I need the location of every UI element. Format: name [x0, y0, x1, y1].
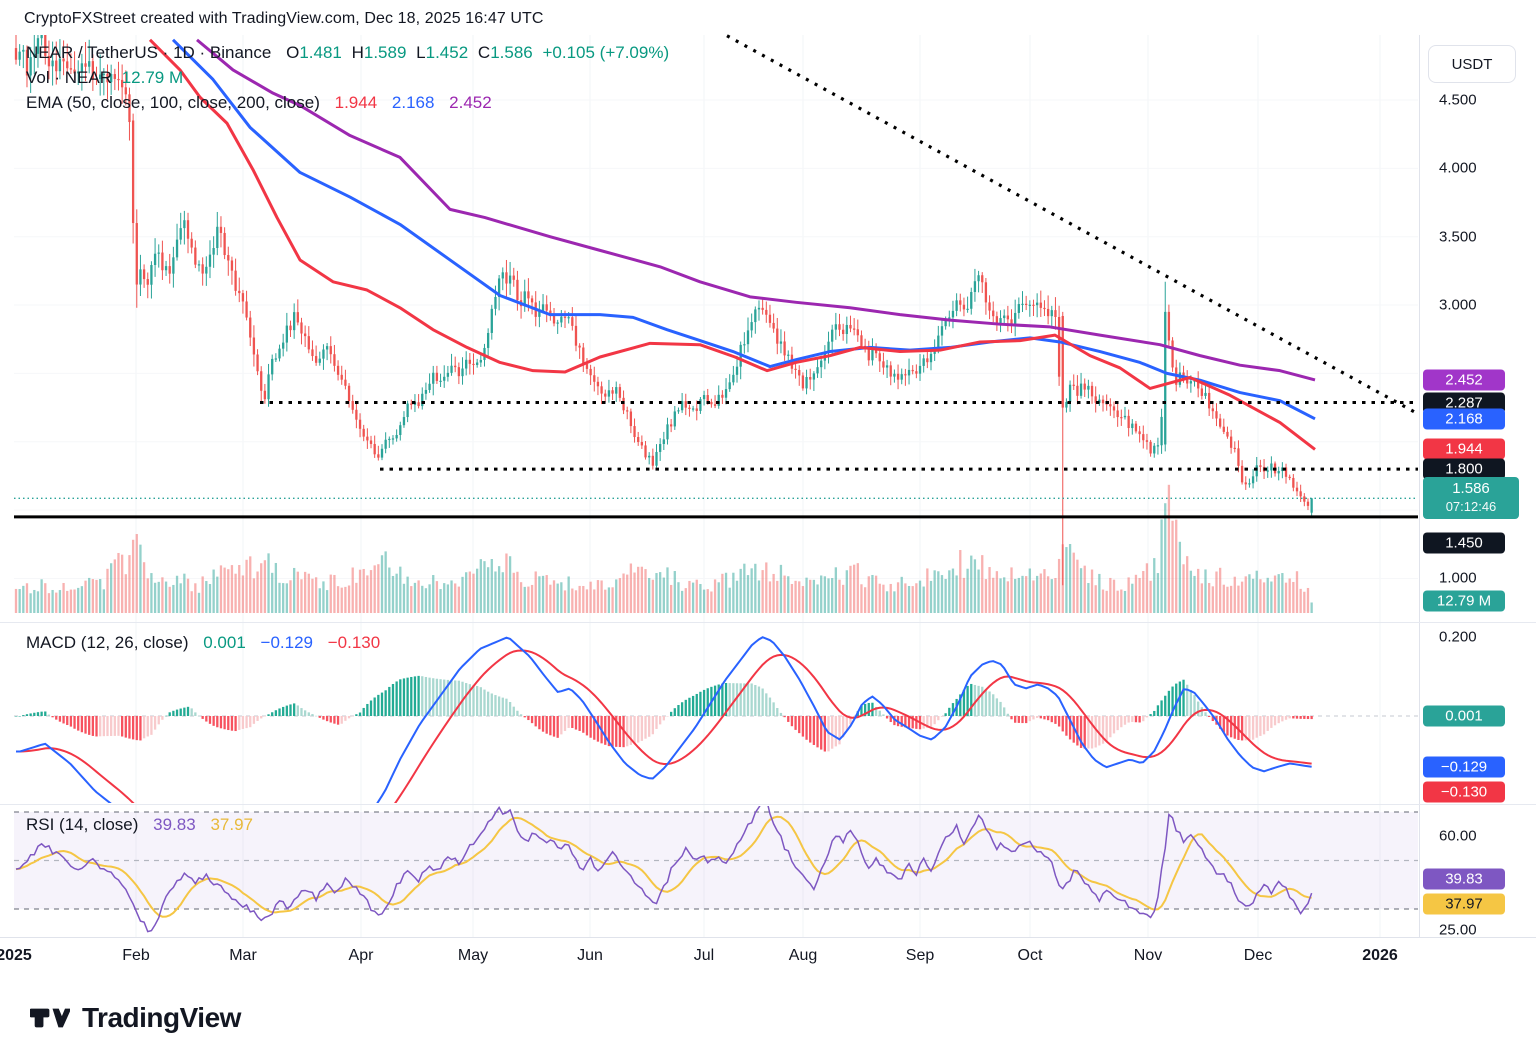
axis-badge-2.168: 2.168 — [1423, 408, 1505, 429]
time-label-Jul: Jul — [694, 947, 714, 965]
price-axis[interactable]: USDT 4.5004.0003.5003.0002.4522.2872.168… — [1419, 35, 1536, 937]
axis-badge-1.586: 1.58607:12:46 — [1423, 477, 1519, 519]
axis-badge-−0.130: −0.130 — [1423, 782, 1505, 803]
time-label-2025: 2025 — [0, 947, 32, 965]
volume-overlay — [15, 485, 1313, 613]
axis-badge-−0.129: −0.129 — [1423, 756, 1505, 777]
rsi-pane[interactable] — [14, 798, 1418, 931]
time-label-2026: 2026 — [1362, 947, 1398, 965]
axis-tick-0.200: 0.200 — [1439, 629, 1477, 646]
descending-trendline[interactable] — [727, 36, 1419, 415]
axis-badge-37.97: 37.97 — [1423, 893, 1505, 914]
axis-tick-60.00: 60.00 — [1439, 828, 1477, 845]
time-axis[interactable]: 2025 Feb Mar Apr May Jun Jul Aug Sep Oct Nov Dec 202… — [0, 937, 1536, 978]
time-label-Mar: Mar — [229, 947, 257, 965]
time-label-Apr: Apr — [349, 947, 374, 965]
tradingview-logo-icon — [30, 998, 70, 1038]
attribution-text: CryptoFXStreet created with TradingView.… — [24, 10, 544, 28]
time-label-Jun: Jun — [577, 947, 603, 965]
tradingview-chart-window: { "header": { "attribution": "CryptoFXSt… — [0, 0, 1536, 1060]
time-label-Sep: Sep — [906, 947, 934, 965]
time-label-Nov: Nov — [1134, 947, 1162, 965]
axis-badge-1.944: 1.944 — [1423, 439, 1505, 460]
axis-badge-0.001: 0.001 — [1423, 705, 1505, 726]
pane-separator — [0, 622, 1536, 623]
axis-badge-2.452: 2.452 — [1423, 369, 1505, 390]
pane-separator — [0, 804, 1536, 805]
axis-tick-3.500: 3.500 — [1439, 228, 1477, 245]
axis-tick-4.500: 4.500 — [1439, 92, 1477, 109]
chart-canvas[interactable] — [0, 0, 1536, 1060]
axis-tick-1.000: 1.000 — [1439, 570, 1477, 587]
currency-toggle-button[interactable]: USDT — [1428, 45, 1516, 83]
time-label-Feb: Feb — [122, 947, 150, 965]
axis-badge-1.450: 1.450 — [1423, 532, 1505, 553]
axis-badge-12.79 M: 12.79 M — [1423, 590, 1505, 611]
time-label-Oct: Oct — [1018, 947, 1043, 965]
time-label-Dec: Dec — [1244, 947, 1272, 965]
time-label-Aug: Aug — [789, 947, 817, 965]
axis-tick-4.000: 4.000 — [1439, 160, 1477, 177]
countdown-timer: 07:12:46 — [1431, 498, 1511, 516]
tradingview-logo-text: TradingView — [82, 1002, 241, 1034]
axis-badge-39.83: 39.83 — [1423, 869, 1505, 890]
axis-tick-3.000: 3.000 — [1439, 297, 1477, 314]
time-label-May: May — [458, 947, 488, 965]
price-pane[interactable] — [15, 17, 1315, 586]
tradingview-footer: TradingView — [30, 998, 241, 1038]
